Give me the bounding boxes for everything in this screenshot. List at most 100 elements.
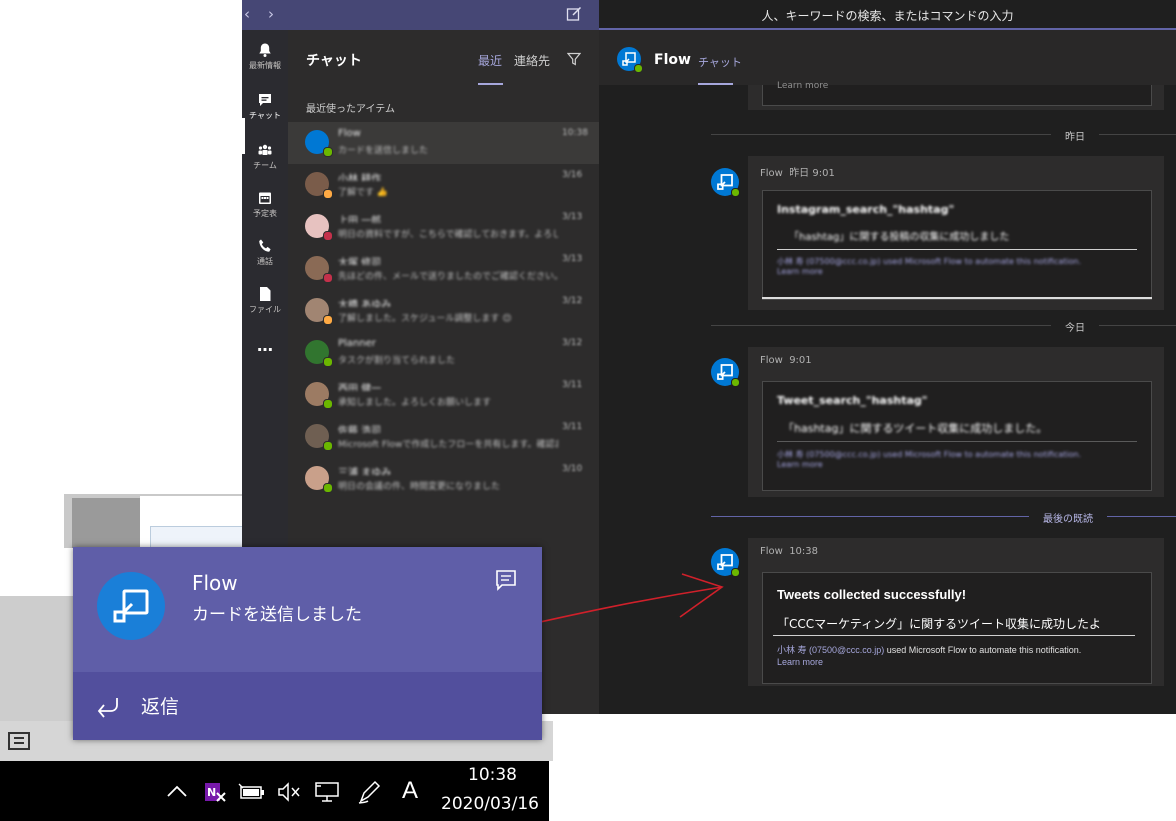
- tab-recent[interactable]: 最近: [478, 52, 502, 69]
- card-title: Tweets collected successfully!: [777, 587, 967, 602]
- ime-indicator[interactable]: A: [402, 777, 418, 805]
- rail-item-calls[interactable]: 通話: [242, 238, 288, 267]
- learn-more-link[interactable]: Learn more: [777, 267, 823, 276]
- reading-view-icon[interactable]: [8, 731, 30, 751]
- card-container: Learn more: [762, 81, 1152, 106]
- chat-item-time: 3/13: [562, 212, 583, 222]
- rail-item-label: ファイル: [249, 305, 281, 314]
- chat-list-item[interactable]: 大塚 修司先ほどの件、メールで送りましたのでご確認ください。ありがとうございます…: [288, 248, 599, 290]
- more-icon[interactable]: …: [242, 336, 288, 355]
- battery-icon[interactable]: [238, 783, 266, 801]
- message-meta: Flow 10:38: [760, 546, 818, 557]
- chat-list-item[interactable]: 西田 健一 承知しました。よろしくお願いします 3/11: [288, 374, 599, 416]
- windows-taskbar: N A 10:38 2020/03/16: [0, 761, 549, 821]
- message-bubble: Flow 10:38 Tweets collected successfully…: [748, 538, 1164, 686]
- chat-list-item[interactable]: Planner タスクが割り当てられました 3/12: [288, 332, 599, 374]
- footer-user-name[interactable]: 小林 寿: [777, 645, 807, 655]
- desktop-background: [0, 596, 73, 721]
- chat-list-item[interactable]: 小林 耕作 了解です 👍 3/16: [288, 164, 599, 206]
- rail-item-calendar[interactable]: 予定表: [242, 190, 288, 219]
- chat-item-time: 3/11: [562, 380, 583, 390]
- chat-item-name: Flow: [338, 128, 361, 139]
- chat-item-name: 佐藤 浩司: [338, 426, 382, 433]
- last-read-label: 最後の既読: [1029, 510, 1107, 525]
- rail-item-files[interactable]: ファイル: [242, 286, 288, 315]
- chat-list-item[interactable]: 大橋 あゆみ了解しました。スケジュール調整します 😊 3/12: [288, 290, 599, 332]
- search-box[interactable]: 人、キーワードの検索、またはコマンドの入力: [599, 7, 1176, 24]
- tab-contacts[interactable]: 連絡先: [514, 52, 550, 69]
- card-body: 「CCCマーケティング」に関するツイート収集に成功したよ: [777, 617, 1101, 631]
- reply-arrow-icon: [97, 698, 118, 718]
- network-icon[interactable]: [313, 780, 341, 804]
- teams-icon: [258, 144, 272, 155]
- message-time: 9:01: [789, 355, 812, 366]
- flow-app-icon: [97, 572, 165, 640]
- presence-indicator: [323, 189, 333, 199]
- message-sender: Flow: [760, 546, 783, 557]
- presence-indicator: [323, 357, 333, 367]
- chat-item-preview: 明日の会議の件、時間変更になりました: [338, 482, 501, 490]
- chat-item-name: 三浦 まゆみ: [338, 468, 392, 475]
- footer-user-email[interactable]: (07500@ccc.co.jp): [809, 645, 884, 655]
- learn-more-link[interactable]: Learn more: [777, 657, 823, 667]
- learn-more-link[interactable]: Learn more: [777, 81, 828, 91]
- onenote-icon[interactable]: N: [203, 780, 227, 804]
- flow-logo-icon: [113, 589, 149, 623]
- card-footer: 小林 寿 (07500@ccc.co.jp) used Microsoft Fl…: [777, 450, 1082, 459]
- message-time: 10:38: [789, 546, 819, 557]
- rail-item-label: 通話: [257, 257, 273, 266]
- chat-item-preview: 了解しました。スケジュール調整します 😊: [338, 314, 512, 322]
- chevron-up-icon[interactable]: [166, 782, 188, 800]
- pen-icon[interactable]: [355, 779, 385, 805]
- clock-date[interactable]: 2020/03/16: [441, 794, 539, 814]
- date-divider-label: 昨日: [1051, 128, 1099, 143]
- presence-indicator: [731, 568, 740, 577]
- notification-toast[interactable]: Flow カードを送信しました 返信: [73, 547, 542, 740]
- card-separator: [773, 635, 1135, 636]
- toast-body: カードを送信しました: [192, 605, 362, 625]
- chat-item-name: 上田 一郎: [338, 216, 382, 223]
- message-bubble: Flow 昨日 9:01 Instagram_search_"hashtag" …: [748, 156, 1164, 310]
- clock-time[interactable]: 10:38: [468, 765, 517, 785]
- rail-item-activity[interactable]: 最新情報: [242, 42, 288, 71]
- rail-item-chat[interactable]: チャット: [242, 92, 288, 121]
- chat-list-item[interactable]: Flow カードを送信しました 10:38: [288, 122, 599, 164]
- filter-icon[interactable]: [567, 52, 581, 66]
- chat-item-time: 3/12: [562, 296, 583, 306]
- toast-title: Flow: [192, 571, 238, 595]
- chat-item-preview: Microsoft Flowで作成したフローを共有します。確認お願いします: [338, 440, 558, 448]
- chat-item-name: Planner: [338, 338, 376, 349]
- reply-label: 返信: [141, 696, 180, 718]
- chat-bubble-icon[interactable]: [495, 569, 517, 591]
- card-title: Tweet_search_"hashtag": [777, 394, 928, 407]
- rail-item-label: 予定表: [253, 209, 277, 218]
- tab-chat[interactable]: チャット: [698, 54, 742, 70]
- volume-muted-icon[interactable]: [277, 781, 303, 803]
- chat-list-item[interactable]: 三浦 まゆみ 明日の会議の件、時間変更になりました 3/10: [288, 458, 599, 500]
- card-title: Instagram_search_"hashtag": [777, 203, 955, 216]
- chat-item-name: 西田 健一: [338, 384, 382, 391]
- card-body: 「hashtag」に関するツイート収集に成功しました。: [783, 422, 1048, 435]
- recent-section-label: 最近使ったアイテム: [306, 104, 395, 115]
- adaptive-card: Tweet_search_"hashtag" 「hashtag」に関するツイート…: [762, 381, 1152, 491]
- card-bottom-edge: [762, 297, 1152, 299]
- chat-item-preview: カードを送信しました: [338, 146, 429, 154]
- rail-item-teams[interactable]: チーム: [242, 142, 288, 171]
- reply-button[interactable]: 返信: [73, 672, 542, 740]
- chat-item-name: 大橋 あゆみ: [338, 300, 392, 307]
- chat-item-time: 3/11: [562, 422, 583, 432]
- chat-list-item[interactable]: 佐藤 浩司 Microsoft Flowで作成したフローを共有します。確認お願いし…: [288, 416, 599, 458]
- chat-list-item[interactable]: 上田 一郎明日の資料ですが、こちらで確認しておきます。よろしくお願いします 3/1…: [288, 206, 599, 248]
- file-icon: [260, 287, 271, 301]
- card-footer: 小林 寿 (07500@ccc.co.jp) used Microsoft Fl…: [777, 643, 1149, 656]
- chat-item-time: 10:38: [562, 128, 588, 138]
- chat-item-time: 3/13: [562, 254, 583, 264]
- conversation-title: Flow: [654, 52, 691, 68]
- back-arrow-icon[interactable]: ‹: [244, 5, 250, 23]
- forward-arrow-icon[interactable]: ›: [268, 5, 274, 23]
- message-time: 昨日 9:01: [789, 168, 835, 179]
- chat-item-preview: 明日の資料ですが、こちらで確認しておきます。よろしくお願いします: [338, 230, 558, 238]
- learn-more-link[interactable]: Learn more: [777, 460, 823, 469]
- compose-icon[interactable]: [566, 6, 582, 22]
- presence-indicator: [731, 378, 740, 387]
